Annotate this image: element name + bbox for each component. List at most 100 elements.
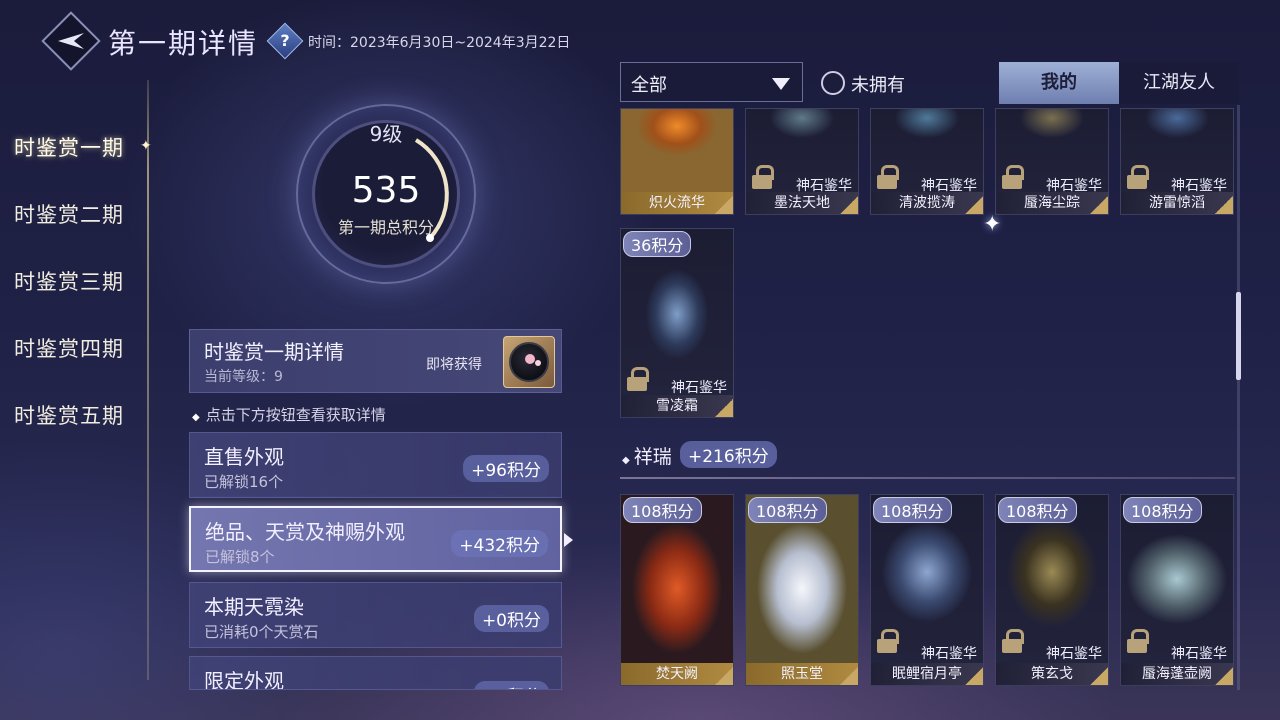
nav-item-period-2[interactable]: 时鉴赏二期 <box>14 199 124 229</box>
item-source: 神石鉴华 <box>1046 646 1102 662</box>
lock-icon <box>1002 165 1024 189</box>
corner-mark-icon <box>965 667 983 685</box>
category-limited[interactable]: 限定外观 +7积分 <box>189 656 562 690</box>
item-art <box>621 109 733 194</box>
nav-divider-line <box>147 80 149 680</box>
lock-icon <box>752 165 774 189</box>
bullet-icon: ◆ <box>622 455 630 466</box>
category-subtitle: 已消耗0个天赏石 <box>204 623 319 641</box>
nav-item-period-4[interactable]: 时鉴赏四期 <box>14 333 124 363</box>
total-score: 535 <box>351 170 421 211</box>
tab-friends[interactable]: 江湖友人 <box>1119 62 1239 104</box>
item-art <box>871 109 983 169</box>
corner-mark-icon <box>840 667 858 685</box>
scrollbar-thumb[interactable] <box>1236 292 1241 380</box>
category-title: 直售外观 <box>204 445 284 469</box>
lock-icon <box>877 629 899 653</box>
period-detail-title: 时鉴赏一期详情 <box>204 340 344 364</box>
corner-mark-icon <box>840 196 858 214</box>
item-points-badge: 108积分 <box>873 497 952 523</box>
section-divider <box>620 477 1235 479</box>
category-title: 本期天霓染 <box>204 595 304 619</box>
category-title: 限定外观 <box>204 669 284 690</box>
item-art <box>996 109 1108 169</box>
item-source: 神石鉴华 <box>921 646 977 662</box>
total-score-label: 第一期总积分 <box>337 218 434 237</box>
item-card[interactable]: 108积分 神石鉴华 蜃海蓬壶阙 <box>1120 494 1234 686</box>
unowned-radio[interactable] <box>821 71 845 95</box>
corner-mark-icon <box>715 196 733 214</box>
item-art <box>1121 109 1233 169</box>
item-source: 神石鉴华 <box>671 380 727 396</box>
item-art <box>746 109 858 169</box>
filter-dropdown[interactable]: 全部 <box>620 62 803 102</box>
category-points: +96积分 <box>463 455 549 482</box>
selected-arrow-icon <box>564 533 573 547</box>
corner-mark-icon <box>1090 196 1108 214</box>
item-points-badge: 36积分 <box>623 231 692 257</box>
category-points: +432积分 <box>451 530 548 557</box>
nav-item-period-1[interactable]: 时鉴赏一期 <box>14 132 124 162</box>
lock-icon <box>1002 629 1024 653</box>
item-card[interactable]: 108积分 照玉堂 <box>745 494 859 686</box>
hint-text: ◆ 点击下方按钮查看获取详情 <box>192 404 386 425</box>
category-premium[interactable]: 绝品、天赏及神赐外观 已解锁8个 +432积分 <box>189 506 562 572</box>
filter-value: 全部 <box>631 75 667 96</box>
corner-mark-icon <box>1215 196 1233 214</box>
current-level: 当前等级：9 <box>204 369 283 385</box>
bullet-icon: ◆ <box>192 412 200 423</box>
item-points-badge: 108积分 <box>748 497 827 523</box>
category-title: 绝品、天赏及神赐外观 <box>205 520 405 544</box>
scrollbar-track[interactable] <box>1237 105 1240 690</box>
item-art <box>621 259 733 369</box>
nav-item-period-5[interactable]: 时鉴赏五期 <box>14 400 124 430</box>
sparkle-icon: ✦ <box>983 212 1002 237</box>
hint-label: 点击下方按钮查看获取详情 <box>205 406 386 424</box>
item-card[interactable]: 36积分 神石鉴华 雪凌霜 <box>620 228 734 418</box>
back-button[interactable] <box>41 11 101 71</box>
category-dye[interactable]: 本期天霓染 已消耗0个天赏石 +0积分 <box>189 582 562 648</box>
category-points: +7积分 <box>473 681 549 689</box>
date-range: 时间：2023年6月30日~2024年3月22日 <box>308 35 571 51</box>
section-title-text: 祥瑞 <box>633 446 672 468</box>
item-card[interactable]: 神石鉴华 墨法天地 <box>745 108 859 215</box>
corner-mark-icon <box>715 667 733 685</box>
corner-mark-icon <box>1090 667 1108 685</box>
item-points-badge: 108积分 <box>623 497 702 523</box>
lock-icon <box>1127 629 1149 653</box>
item-card[interactable]: 108积分 焚天阙 <box>620 494 734 686</box>
item-source: 神石鉴华 <box>1171 646 1227 662</box>
help-icon[interactable]: ? <box>266 22 304 60</box>
category-subtitle: 已解锁8个 <box>205 548 275 566</box>
section-title: ◆ 祥瑞 <box>622 442 672 469</box>
back-arrow-icon <box>58 33 84 49</box>
lock-icon <box>877 165 899 189</box>
score-level: 9级 <box>369 122 403 146</box>
category-points: +0积分 <box>473 605 549 632</box>
active-star-icon: ✦ <box>140 138 152 154</box>
lock-icon <box>627 367 649 391</box>
item-card[interactable]: 炽火流华 <box>620 108 734 215</box>
reward-preview-icon[interactable] <box>503 336 555 388</box>
corner-mark-icon <box>1215 667 1233 685</box>
help-symbol: ? <box>280 31 290 50</box>
section-points: +216积分 <box>680 441 777 468</box>
page-title: 第一期详情 <box>108 27 259 60</box>
corner-mark-icon <box>965 196 983 214</box>
item-card[interactable]: 神石鉴华 游雷惊滔 <box>1120 108 1234 215</box>
unowned-label[interactable]: 未拥有 <box>851 71 905 97</box>
soon-obtain-label: 即将获得 <box>426 357 482 373</box>
item-card[interactable]: 神石鉴华 清波揽涛 <box>870 108 984 215</box>
item-card[interactable]: 108积分 神石鉴华 策玄戈 <box>995 494 1109 686</box>
corner-mark-icon <box>715 399 733 417</box>
item-card[interactable]: 108积分 神石鉴华 眠鲤宿月亭 <box>870 494 984 686</box>
tab-mine[interactable]: 我的 <box>999 62 1119 104</box>
item-card[interactable]: 神石鉴华 蜃海尘踪 <box>995 108 1109 215</box>
category-subtitle: 已解锁16个 <box>204 473 284 491</box>
lock-icon <box>1127 165 1149 189</box>
item-points-badge: 108积分 <box>998 497 1077 523</box>
item-points-badge: 108积分 <box>1123 497 1202 523</box>
nav-item-period-3[interactable]: 时鉴赏三期 <box>14 266 124 296</box>
category-direct-sale[interactable]: 直售外观 已解锁16个 +96积分 <box>189 432 562 498</box>
chevron-down-icon <box>772 78 790 90</box>
